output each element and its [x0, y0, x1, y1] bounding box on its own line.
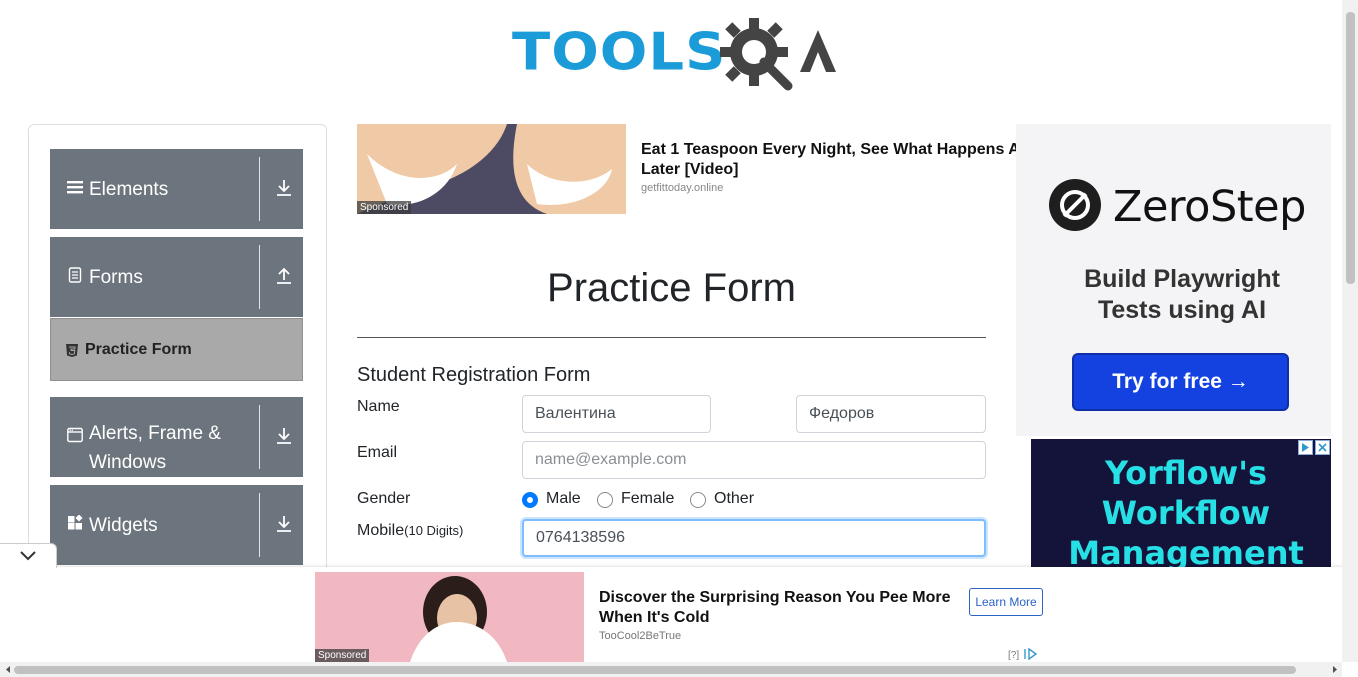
window-icon	[67, 427, 83, 443]
download-icon[interactable]	[275, 179, 293, 197]
download-icon[interactable]	[275, 427, 293, 445]
sidebar-group-elements[interactable]: Elements	[50, 149, 303, 229]
mobile-input[interactable]: 0764138596	[522, 519, 986, 557]
radio-button-checked[interactable]	[522, 492, 538, 508]
html5-icon	[66, 344, 78, 357]
adchoices-icon[interactable]	[1298, 440, 1313, 455]
radio-label[interactable]: Male	[546, 490, 581, 508]
toolsqa-logo[interactable]: TOOLS	[512, 14, 836, 92]
radio-button[interactable]	[690, 492, 706, 508]
adchoices-icon[interactable]	[1022, 647, 1038, 661]
divider	[259, 157, 260, 221]
try-for-free-button[interactable]: Try for free →	[1072, 353, 1289, 411]
radio-button[interactable]	[597, 492, 613, 508]
yorflow-line1: Yorflow's	[1104, 454, 1268, 492]
logo-text: TOOLS	[512, 22, 727, 83]
zerostep-logo-icon	[1049, 179, 1101, 231]
sidebar-item-label: Practice Form	[85, 341, 192, 358]
scrollbar-thumb[interactable]	[1346, 12, 1355, 284]
mobile-label-text: Mobile	[357, 522, 405, 539]
chevron-down-icon	[20, 551, 36, 561]
tagline-line1: Build Playwright	[1084, 265, 1280, 293]
ad-title-top[interactable]: Eat 1 Teaspoon Every Night, See What Hap…	[641, 140, 1021, 180]
ad-yorflow[interactable]: Yorflow's Workflow Management	[1031, 439, 1331, 567]
sidebar-item-practice-form[interactable]: Practice Form	[50, 318, 303, 381]
gender-radio-other[interactable]: Other	[690, 490, 760, 508]
sidebar-group-forms[interactable]: Forms	[50, 237, 303, 317]
page: TOOLS Elements Forms Practice Form Alert…	[0, 0, 1358, 677]
sidebar-group-label: Forms	[89, 267, 143, 288]
sidebar-group-alerts[interactable]: Alerts, Frame & Windows	[50, 397, 303, 477]
upload-icon[interactable]	[275, 267, 293, 285]
sponsored-tag: Sponsored	[357, 201, 412, 214]
radio-label[interactable]: Other	[714, 490, 754, 508]
widgets-icon	[68, 515, 83, 530]
ad-title-line1[interactable]: Eat 1 Teaspoon Every Night, See What Hap…	[641, 140, 1021, 160]
hamburger-icon	[67, 181, 83, 194]
gender-label: Gender	[357, 490, 411, 507]
ad-domain-bottom[interactable]: TooCool2BeTrue	[599, 630, 681, 642]
divider	[259, 405, 260, 469]
divider	[259, 245, 260, 309]
yorflow-line2: Workflow	[1101, 494, 1271, 532]
sponsored-tag: Sponsored	[315, 649, 370, 662]
gender-radio-female[interactable]: Female	[597, 490, 687, 508]
form-title: Student Registration Form	[357, 364, 591, 386]
learn-more-button[interactable]: Learn More	[969, 588, 1043, 616]
ad-zerostep[interactable]: ZeroStep Build Playwright Tests using AI…	[1016, 124, 1331, 436]
divider	[259, 493, 260, 557]
tagline-line2: Tests using AI	[1097, 296, 1267, 324]
scroll-left-icon[interactable]	[3, 662, 13, 677]
collapse-ad-button[interactable]	[0, 543, 57, 568]
name-label: Name	[357, 398, 400, 415]
download-icon[interactable]	[275, 515, 293, 533]
gender-radio-male[interactable]: Male	[522, 490, 592, 508]
ad-title-line2[interactable]: Later [Video]	[641, 160, 1021, 180]
last-name-input[interactable]: Федоров	[796, 395, 986, 433]
yorflow-line3: Management	[1068, 534, 1304, 567]
scrollbar-thumb[interactable]	[14, 666, 1296, 674]
sidebar-group-label: Elements	[89, 179, 169, 200]
yorflow-headline: Yorflow's Workflow Management	[1031, 453, 1331, 567]
logo-qa-icon	[720, 18, 836, 91]
zerostep-tagline: Build Playwright Tests using AI	[1036, 264, 1328, 326]
vertical-scrollbar[interactable]	[1342, 0, 1358, 662]
zerostep-brand: ZeroStep	[1113, 182, 1306, 232]
divider	[357, 337, 986, 338]
ad-image-top[interactable]: Sponsored	[357, 124, 626, 214]
ad-info-text[interactable]: [?]	[1008, 650, 1019, 661]
ad-domain-top[interactable]: getfittoday.online	[641, 182, 723, 194]
sidebar-group-widgets[interactable]: Widgets	[50, 485, 303, 565]
scroll-right-icon[interactable]	[1330, 662, 1340, 677]
ad-image-bottom[interactable]: Sponsored	[315, 572, 584, 662]
radio-label[interactable]: Female	[621, 490, 674, 508]
close-ad-icon[interactable]	[1315, 440, 1330, 455]
sidebar-group-label: Alerts, Frame & Windows	[89, 423, 221, 473]
ad-info-link[interactable]: [?]	[1008, 647, 1038, 661]
email-input[interactable]: name@example.com	[522, 441, 986, 479]
page-title: Practice Form	[547, 266, 796, 310]
email-label: Email	[357, 444, 398, 461]
mobile-hint: (10 Digits)	[404, 523, 464, 538]
document-icon	[68, 267, 82, 283]
horizontal-scrollbar[interactable]	[0, 662, 1342, 677]
ad-title-bottom[interactable]: Discover the Surprising Reason You Pee M…	[599, 588, 959, 628]
first-name-input[interactable]: Валентина	[522, 395, 711, 433]
mobile-label: Mobile(10 Digits)	[357, 522, 463, 540]
sidebar-group-label: Widgets	[89, 515, 158, 536]
sidebar: Elements Forms Practice Form Alerts, Fra…	[28, 124, 327, 584]
